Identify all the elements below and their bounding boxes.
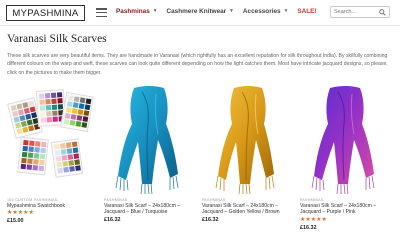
nav-item-accessories[interactable]: Accessories ▼ <box>243 8 288 15</box>
product-card[interactable]: PASHMINAS Varanasi Silk Scarf – 24x180cm… <box>300 84 390 231</box>
product-category: 100 CUSTOM PASHMINAS <box>7 198 58 202</box>
product-name[interactable]: Varanasi Silk Scarf – 24x180cm – Jacquar… <box>300 203 390 216</box>
chevron-down-icon: ▼ <box>152 9 158 14</box>
main-nav: Pashminas ▼ Cashmere Knitwear ▼ Accessor… <box>116 8 326 15</box>
search-box <box>330 6 390 18</box>
product-name[interactable]: Mypashmina Swatchbook <box>7 203 97 209</box>
product-price: £16.32 <box>202 216 219 223</box>
nav-item-cashmere-knitwear[interactable]: Cashmere Knitwear ▼ <box>167 8 234 15</box>
product-category: PASHMINAS <box>300 198 324 202</box>
menu-icon[interactable] <box>96 8 107 18</box>
scarf-image <box>104 84 194 196</box>
product-price: £16.32 <box>104 216 121 223</box>
product-card[interactable]: 100 CUSTOM PASHMINAS Mypashmina Swatchbo… <box>7 84 97 224</box>
search-input[interactable] <box>334 9 378 15</box>
product-category: PASHMINAS <box>202 198 226 202</box>
page-description: These silk scarves are very beautiful it… <box>7 53 388 76</box>
nav-item-pashminas[interactable]: Pashminas ▼ <box>116 8 158 15</box>
rating-stars: ★★★★★ <box>300 216 327 223</box>
chevron-down-icon: ▼ <box>283 9 289 14</box>
product-category: PASHMINAS <box>104 198 128 202</box>
site-logo[interactable]: MYPASHMINA <box>6 5 85 21</box>
nav-label: Accessories <box>242 8 281 15</box>
scarf-image <box>202 84 292 196</box>
scarf-image <box>300 84 390 196</box>
product-image[interactable] <box>300 84 390 196</box>
product-card[interactable]: PASHMINAS Varanasi Silk Scarf – 24x180cm… <box>104 84 194 223</box>
product-name[interactable]: Varanasi Silk Scarf – 24x180cm – Jacquar… <box>202 203 292 216</box>
product-image[interactable] <box>104 84 194 196</box>
swatch-card <box>50 138 84 178</box>
product-image[interactable] <box>202 84 292 196</box>
nav-label: SALE! <box>297 8 317 15</box>
product-card[interactable]: PASHMINAS Varanasi Silk Scarf – 24x180cm… <box>202 84 292 223</box>
product-name[interactable]: Varanasi Silk Scarf – 24x180cm – Jacquar… <box>104 203 194 216</box>
nav-label: Pashminas <box>116 8 150 15</box>
nav-item-sale[interactable]: SALE! <box>297 8 316 15</box>
swatchbook-image <box>7 84 97 196</box>
logo-text: MYPASHMINA <box>12 7 79 19</box>
search-icon[interactable] <box>379 9 386 16</box>
swatch-card <box>17 136 49 176</box>
product-price: £15.00 <box>7 218 24 225</box>
page-title: Varanasi Silk Scarves <box>7 33 107 45</box>
product-price: £16.32 <box>300 224 317 231</box>
swatch-card <box>60 91 94 133</box>
site-header: MYPASHMINA Pashminas ▼ Cashmere Knitwear… <box>0 0 400 26</box>
chevron-down-icon: ▼ <box>229 9 234 14</box>
nav-label: Cashmere Knitwear <box>166 8 227 15</box>
rating-stars: ★★★★★ <box>7 210 34 217</box>
product-image[interactable] <box>7 84 97 196</box>
